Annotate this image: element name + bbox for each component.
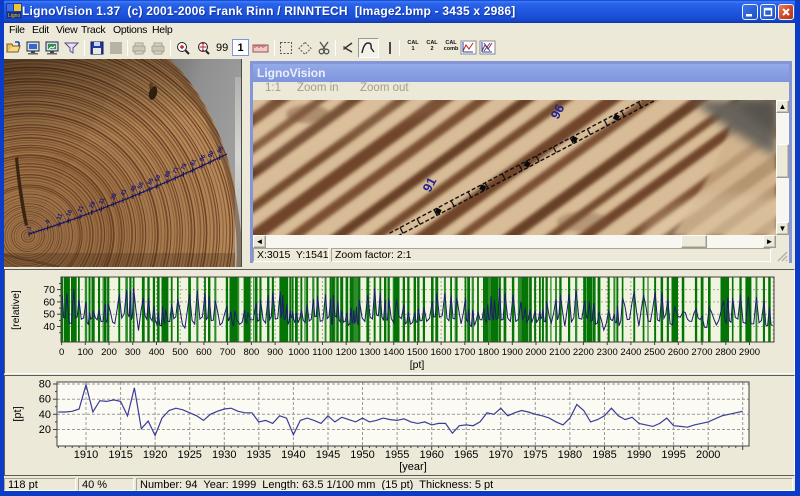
svg-text:200: 200: [101, 347, 117, 358]
svg-text:1930: 1930: [212, 449, 236, 461]
svg-text:[pt]: [pt]: [410, 359, 425, 371]
svg-text:2400: 2400: [620, 347, 641, 358]
svg-text:1940: 1940: [281, 449, 305, 461]
svg-text:1200: 1200: [336, 347, 357, 358]
svg-text:700: 700: [220, 347, 236, 358]
svg-text:1500: 1500: [407, 347, 428, 358]
svg-text:1980: 1980: [558, 449, 582, 461]
svg-text:80: 80: [39, 379, 51, 391]
svg-text:300: 300: [125, 347, 141, 358]
svg-text:500: 500: [172, 347, 188, 358]
svg-text:400: 400: [149, 347, 165, 358]
svg-text:60: 60: [39, 394, 51, 406]
svg-text:2000: 2000: [696, 449, 720, 461]
svg-text:[year]: [year]: [399, 461, 427, 473]
svg-text:1800: 1800: [478, 347, 499, 358]
svg-text:2800: 2800: [715, 347, 736, 358]
svg-text:600: 600: [196, 347, 212, 358]
svg-text:70: 70: [43, 284, 55, 296]
svg-text:1960: 1960: [419, 449, 443, 461]
svg-text:1925: 1925: [177, 449, 201, 461]
svg-text:1935: 1935: [247, 449, 271, 461]
svg-text:1975: 1975: [523, 449, 547, 461]
svg-text:[relative]: [relative]: [10, 290, 22, 330]
svg-text:1300: 1300: [359, 347, 380, 358]
svg-text:40: 40: [39, 409, 51, 421]
svg-text:1100: 1100: [312, 347, 332, 358]
svg-text:1600: 1600: [431, 347, 452, 358]
svg-text:2700: 2700: [691, 347, 712, 358]
svg-text:40: 40: [43, 321, 55, 333]
svg-text:50: 50: [43, 309, 55, 321]
svg-text:1400: 1400: [383, 347, 404, 358]
svg-text:1900: 1900: [502, 347, 523, 358]
svg-text:900: 900: [267, 347, 283, 358]
svg-text:100: 100: [77, 347, 93, 358]
svg-text:20: 20: [39, 424, 51, 436]
svg-text:60: 60: [43, 296, 55, 308]
svg-text:1965: 1965: [454, 449, 478, 461]
svg-text:2500: 2500: [644, 347, 665, 358]
svg-text:1995: 1995: [661, 449, 685, 461]
svg-text:1950: 1950: [350, 449, 374, 461]
svg-text:1955: 1955: [385, 449, 409, 461]
svg-text:1920: 1920: [143, 449, 167, 461]
svg-text:800: 800: [243, 347, 259, 358]
svg-text:[pt]: [pt]: [12, 406, 24, 421]
svg-text:1910: 1910: [74, 449, 98, 461]
svg-text:1945: 1945: [316, 449, 340, 461]
svg-text:2300: 2300: [597, 347, 618, 358]
svg-text:1915: 1915: [108, 449, 132, 461]
svg-text:1700: 1700: [454, 347, 475, 358]
svg-text:2600: 2600: [668, 347, 689, 358]
svg-text:2100: 2100: [549, 347, 570, 358]
svg-text:1000: 1000: [288, 347, 309, 358]
svg-text:2200: 2200: [573, 347, 594, 358]
svg-text:1970: 1970: [489, 449, 513, 461]
svg-text:1990: 1990: [627, 449, 651, 461]
svg-text:1985: 1985: [592, 449, 616, 461]
svg-text:2900: 2900: [739, 347, 760, 358]
svg-text:Ligno: Ligno: [8, 13, 20, 19]
svg-text:0: 0: [59, 347, 64, 358]
svg-text:2000: 2000: [525, 347, 546, 358]
